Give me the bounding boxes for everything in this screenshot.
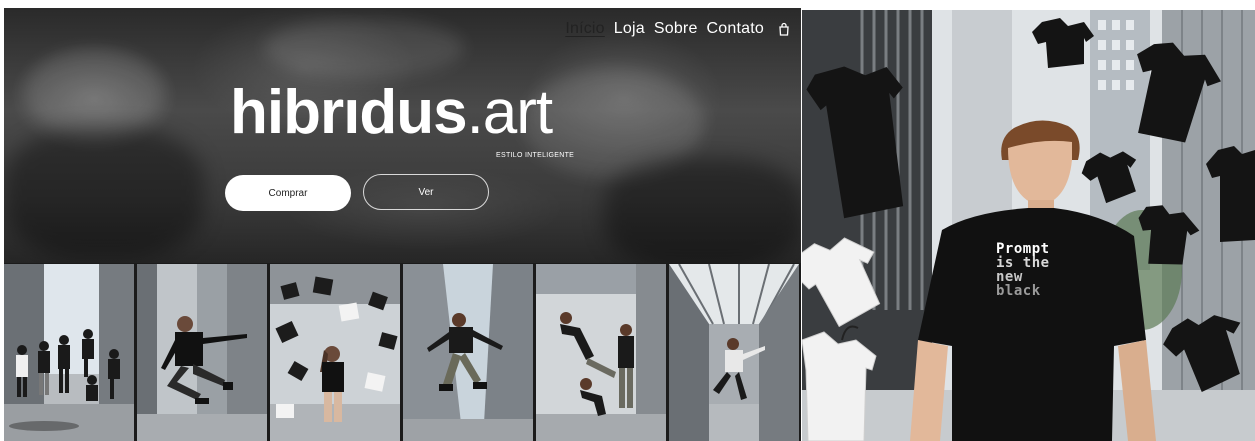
photo-gallery [4, 264, 801, 441]
gallery-image-1[interactable] [4, 264, 134, 441]
nav-item-inicio[interactable]: Início [565, 20, 604, 38]
top-nav: Início Loja Sobre Contato [565, 20, 791, 38]
shirt-print-line: black [996, 283, 1041, 299]
gallery-image-3[interactable] [270, 264, 400, 441]
feature-image: Prompt is the new black [802, 10, 1255, 441]
hero-banner: Início Loja Sobre Contato hibrıdus.art E… [4, 8, 801, 263]
buy-button[interactable]: Comprar [225, 175, 351, 211]
website-preview: Início Loja Sobre Contato hibrıdus.art E… [4, 8, 801, 441]
shirt-print-line: is the [996, 255, 1050, 271]
gallery-image-4[interactable] [403, 264, 533, 441]
nav-item-contato[interactable]: Contato [707, 20, 764, 38]
brand-logo: hibrıdus.art [230, 82, 553, 144]
nav-item-sobre[interactable]: Sobre [654, 20, 698, 38]
shopping-bag-icon[interactable] [777, 22, 791, 36]
shirt-print-line: new [996, 269, 1023, 285]
gallery-image-6[interactable] [669, 264, 799, 441]
logo-domain: .art [466, 78, 554, 147]
shirt-print-line: Prompt [996, 241, 1050, 257]
brand-tagline: ESTILO INTELIGENTE [496, 152, 575, 159]
view-button[interactable]: Ver [363, 174, 489, 210]
nav-item-loja[interactable]: Loja [614, 20, 645, 38]
gallery-image-2[interactable] [137, 264, 267, 441]
gallery-image-5[interactable] [536, 264, 666, 441]
model-photo [802, 10, 1255, 441]
shirt-print: Prompt is the new black [996, 242, 1050, 298]
logo-wordmark: hibrıdus [230, 78, 468, 147]
